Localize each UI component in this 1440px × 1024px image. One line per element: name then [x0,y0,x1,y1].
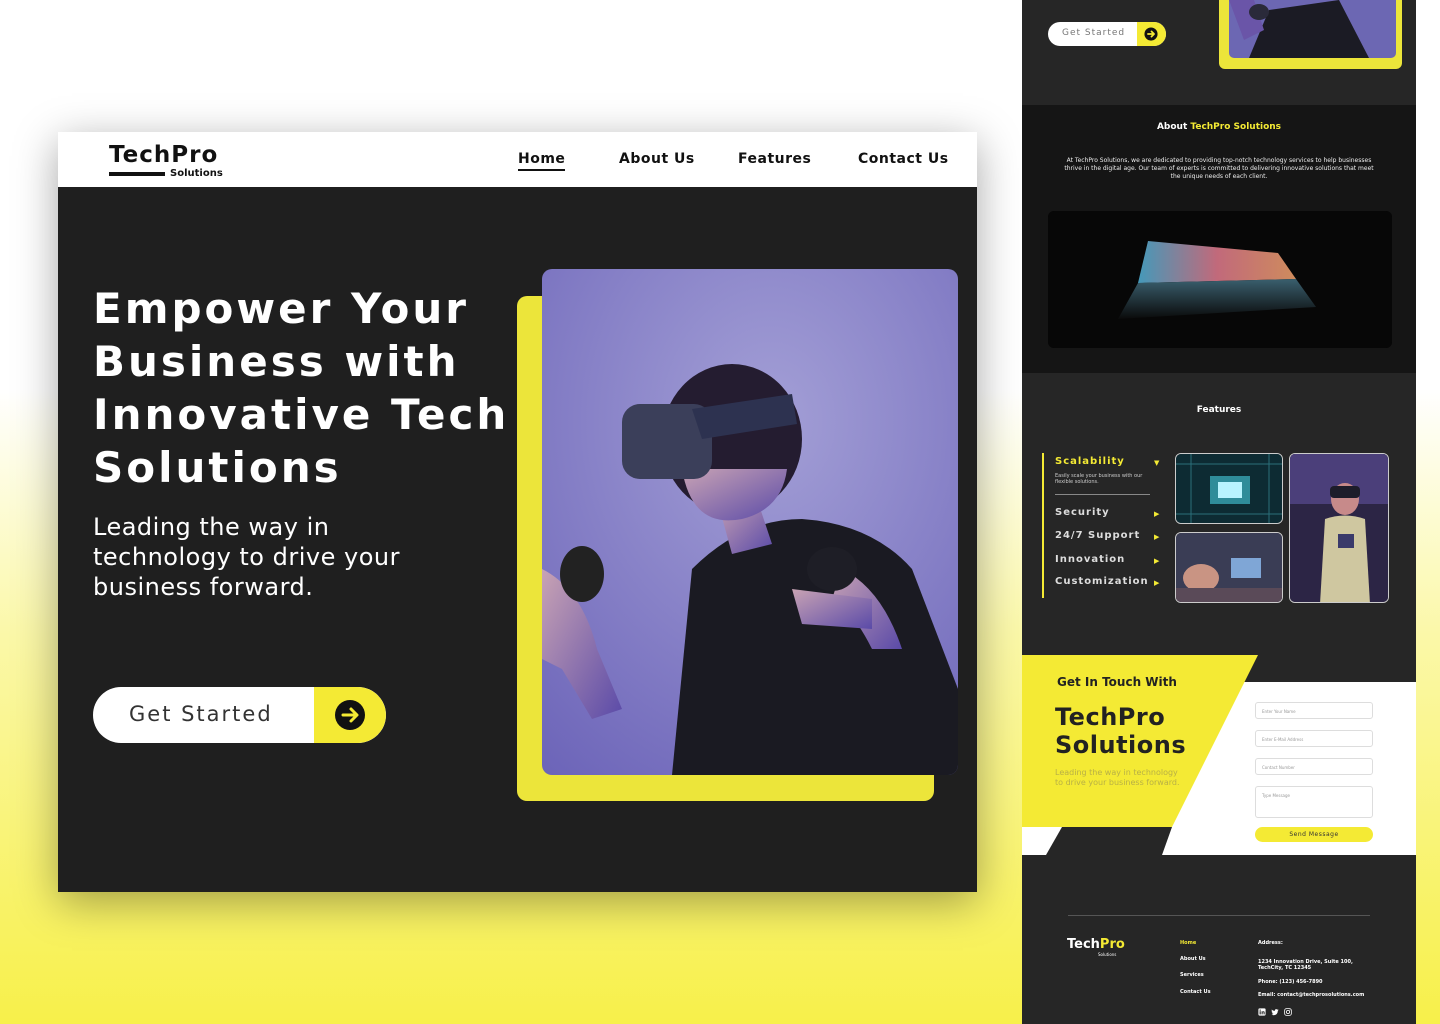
feature-meeting-image [1175,532,1283,603]
feature-divider [1055,494,1150,495]
logo[interactable]: TechPro Solutions [109,142,223,179]
footer-divider [1068,915,1370,916]
arrow-right-icon [1144,27,1158,41]
logo-brand: TechPro [109,142,219,168]
footer-email: Email: contact@techprosolutions.com [1258,992,1365,998]
email-field[interactable]: Enter E-Mail Address [1255,730,1373,747]
mobile-get-started-label: Get Started [1062,28,1126,38]
feature-scalability[interactable]: Scalability [1055,456,1125,467]
mobile-hero-section: Get Started [1022,0,1416,105]
feature-security[interactable]: Security [1055,507,1110,518]
nav-features[interactable]: Features [738,151,811,167]
feature-customization[interactable]: Customization [1055,576,1149,587]
nav-contact[interactable]: Contact Us [858,151,949,167]
logo-underline [109,172,165,176]
about-section: About TechPro Solutions At TechPro Solut… [1022,105,1416,373]
nav-home[interactable]: Home [518,151,566,171]
footer-logo-b: Pro [1099,937,1125,952]
contact-section: Get In Touch With TechPro Solutions Lead… [1022,655,1416,855]
about-title-highlight: TechPro Solutions [1190,122,1282,132]
chevron-right-icon[interactable]: ▶ [1154,579,1159,587]
footer-logo-sub: Solutions [1098,952,1117,957]
chevron-right-icon[interactable]: ▶ [1154,533,1159,541]
footer-logo-a: Tech [1067,937,1100,952]
chevron-right-icon[interactable]: ▶ [1154,510,1159,518]
phone-field[interactable]: Contact Number [1255,758,1373,775]
footer: TechPro Solutions Home About Us Services… [1022,855,1416,1024]
get-started-label: Get Started [129,702,273,726]
footer-address-label: Address: [1258,940,1283,946]
message-field[interactable]: Type Message [1255,786,1373,818]
laptop-image [1048,211,1392,348]
hero-title: Empower Your Business with Innovative Te… [93,284,510,492]
mobile-get-started-button[interactable]: Get Started [1048,22,1166,46]
about-title-prefix: About [1156,122,1191,132]
get-started-button[interactable]: Get Started [93,687,386,743]
linkedin-icon[interactable] [1258,1008,1266,1016]
navbar: TechPro Solutions Home About Us Features… [58,132,977,187]
features-section: Features Scalability ▼ Easily scale your… [1022,373,1416,655]
footer-link-home[interactable]: Home [1180,940,1196,946]
about-title: About TechPro Solutions [1022,122,1416,132]
hero-subtitle: Leading the way in technology to drive y… [93,513,400,601]
features-accent-bar [1042,453,1044,598]
contact-brand: TechPro Solutions [1055,703,1186,759]
feature-vr-kid-image [1289,453,1389,603]
instagram-icon[interactable] [1284,1008,1292,1016]
chevron-down-icon[interactable]: ▼ [1154,459,1159,467]
vr-person-image [542,269,958,775]
features-title: Features [1196,405,1242,415]
feature-support[interactable]: 24/7 Support [1055,530,1140,541]
footer-address: 1234 Innovation Drive, Suite 100, TechCi… [1258,959,1353,971]
logo-sub: Solutions [170,168,223,179]
arrow-box [314,687,386,743]
contact-tagline: Leading the way in technology to drive y… [1055,768,1180,787]
about-description: At TechPro Solutions, we are dedicated t… [1064,157,1374,180]
twitter-icon[interactable] [1271,1008,1279,1016]
footer-link-services[interactable]: Services [1180,972,1204,978]
desktop-preview: TechPro Solutions Home About Us Features… [58,132,977,892]
footer-logo[interactable]: TechPro [1067,937,1125,952]
footer-phone: Phone: (123) 456-7890 [1258,979,1323,985]
arrow-right-icon [335,700,365,730]
contact-brand-line1: TechPro [1055,703,1166,731]
chevron-right-icon[interactable]: ▶ [1154,557,1159,565]
mobile-arrow-box [1137,22,1166,46]
feature-innovation[interactable]: Innovation [1055,554,1125,565]
feature-chip-image [1175,453,1283,524]
name-field[interactable]: Enter Your Name [1255,702,1373,719]
nav-about[interactable]: About Us [619,151,695,167]
mobile-preview: Get Started About TechPro Solutions At T… [1022,0,1416,1024]
contact-heading: Get In Touch With [1057,675,1177,689]
contact-brand-line2: Solutions [1055,731,1187,759]
feature-description: Easily scale your business with our flex… [1055,473,1143,485]
footer-link-about[interactable]: About Us [1180,956,1206,962]
mobile-hero-image [1229,0,1396,58]
footer-link-contact[interactable]: Contact Us [1180,989,1211,995]
send-message-button[interactable]: Send Message [1255,827,1373,842]
